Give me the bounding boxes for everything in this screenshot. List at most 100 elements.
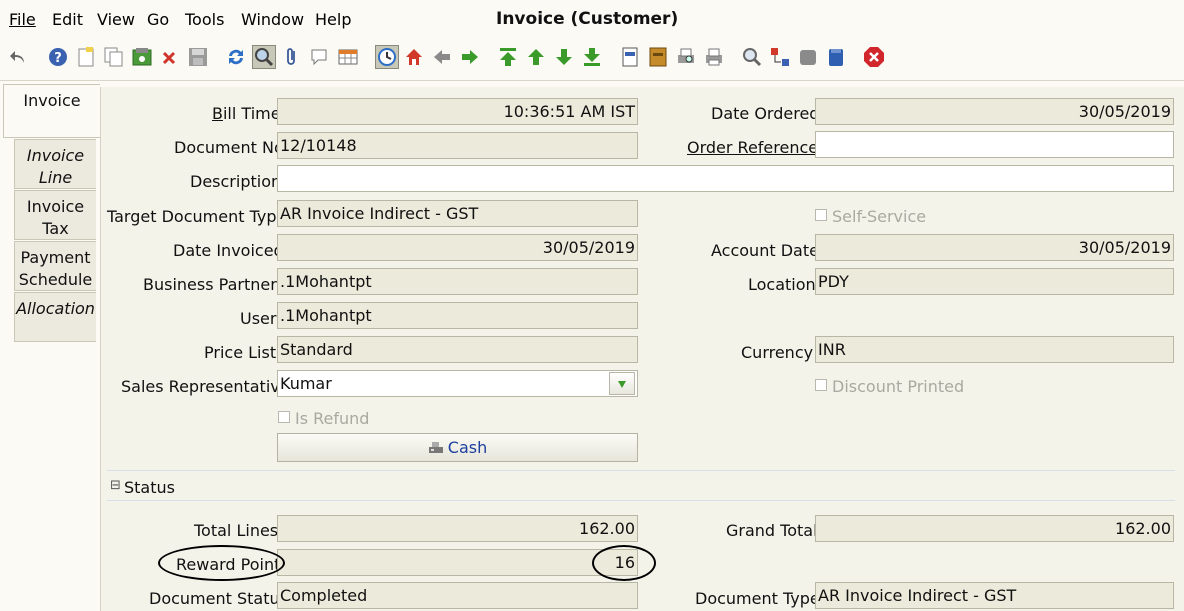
reward-point-value-highlight xyxy=(592,545,656,581)
business-partner-label: Business Partner xyxy=(143,275,277,294)
first-record-icon[interactable] xyxy=(497,46,519,68)
window-title: Invoice (Customer) xyxy=(496,9,679,29)
target-document-type-field[interactable]: AR Invoice Indirect - GST xyxy=(277,200,638,227)
description-field[interactable] xyxy=(277,165,1174,192)
tab-allocation[interactable]: Allocation xyxy=(14,292,96,342)
document-type-field[interactable]: AR Invoice Indirect - GST xyxy=(815,582,1174,609)
self-service-checkbox[interactable]: Self-Service xyxy=(815,207,926,226)
account-date-label: Account Date xyxy=(711,241,819,260)
previous-record-icon[interactable] xyxy=(525,46,547,68)
next-record-icon[interactable] xyxy=(553,46,575,68)
disk-icon[interactable] xyxy=(187,46,209,68)
grid-toggle-icon[interactable] xyxy=(337,46,359,68)
tab-payment-schedule[interactable]: Payment Schedule xyxy=(14,241,96,291)
total-lines-field[interactable]: 162.00 xyxy=(277,515,638,542)
cash-button-label: Cash xyxy=(447,438,488,457)
arrow-down-icon xyxy=(618,380,626,388)
menu-go[interactable]: Go xyxy=(147,10,169,29)
delete-icon[interactable] xyxy=(159,46,181,68)
location-label: Location xyxy=(748,275,816,294)
account-date-field[interactable]: 30/05/2019 xyxy=(815,234,1174,261)
document-no-field[interactable]: 12/10148 xyxy=(277,132,638,159)
discount-printed-box xyxy=(815,379,827,391)
order-reference-field[interactable] xyxy=(815,131,1174,158)
lock-icon[interactable] xyxy=(825,46,847,68)
svg-text:?: ? xyxy=(54,51,62,66)
location-field[interactable]: PDY xyxy=(815,268,1174,295)
history-icon[interactable] xyxy=(375,45,399,69)
print-preview-icon[interactable] xyxy=(675,46,697,68)
description-label: Description xyxy=(190,172,282,191)
last-record-icon[interactable] xyxy=(581,46,603,68)
undo-icon[interactable] xyxy=(8,46,30,68)
exit-icon[interactable] xyxy=(863,46,885,68)
date-ordered-label: Date Ordered xyxy=(711,104,820,123)
toolbar: ? xyxy=(0,40,1184,78)
menu-window-label: Window xyxy=(241,10,305,29)
toolbar-divider xyxy=(0,80,1184,81)
collapse-icon[interactable]: ⊟ xyxy=(110,478,121,493)
is-refund-box xyxy=(278,411,290,423)
tab-payment-schedule-label-2: Schedule xyxy=(18,270,93,289)
document-no-label: Document No xyxy=(174,138,284,157)
status-section-bottom-line xyxy=(107,500,1175,501)
tab-invoice[interactable]: Invoice xyxy=(3,84,100,138)
product-info-icon[interactable] xyxy=(797,46,819,68)
refresh-icon[interactable] xyxy=(225,46,247,68)
reward-point-label-highlight xyxy=(158,545,285,581)
menu-file[interactable]: File xyxy=(9,10,36,29)
tab-invoice-tax-label-2: Tax xyxy=(42,219,69,238)
workflow-icon[interactable] xyxy=(769,46,791,68)
menu-edit[interactable]: Edit xyxy=(52,10,83,29)
home-icon[interactable] xyxy=(403,46,425,68)
discount-printed-checkbox[interactable]: Discount Printed xyxy=(815,377,964,396)
archive-icon[interactable] xyxy=(647,46,669,68)
back-icon[interactable] xyxy=(431,46,453,68)
grand-total-field[interactable]: 162.00 xyxy=(815,515,1174,542)
new-record-icon[interactable] xyxy=(75,46,97,68)
menu-window[interactable]: Window xyxy=(241,10,304,29)
bill-time-field[interactable]: 10:36:51 AM IST xyxy=(277,98,638,125)
chat-icon[interactable] xyxy=(309,46,331,68)
forward-icon[interactable] xyxy=(459,46,481,68)
menu-help[interactable]: Help xyxy=(315,10,351,29)
tab-invoice-line[interactable]: Invoice Line xyxy=(14,139,96,189)
document-status-field[interactable]: Completed xyxy=(277,582,638,609)
currency-field[interactable]: INR xyxy=(815,336,1174,363)
reward-point-field[interactable]: 16 xyxy=(277,549,638,576)
status-section-title[interactable]: Status xyxy=(124,478,175,497)
help-icon[interactable]: ? xyxy=(47,46,69,68)
order-reference-label: Order Reference xyxy=(687,138,819,157)
date-ordered-field[interactable]: 30/05/2019 xyxy=(815,98,1174,125)
date-invoiced-field[interactable]: 30/05/2019 xyxy=(277,234,638,261)
price-list-field[interactable]: Standard xyxy=(277,336,638,363)
cash-button[interactable]: Cash xyxy=(277,433,638,462)
date-invoiced-label: Date Invoiced xyxy=(173,241,284,260)
user-field[interactable]: .1Mohantpt xyxy=(277,302,638,329)
document-type-label: Document Type xyxy=(695,589,820,608)
zoom-across-icon[interactable] xyxy=(741,46,763,68)
attachment-icon[interactable] xyxy=(281,46,303,68)
report-icon[interactable] xyxy=(619,46,641,68)
user-label: User xyxy=(240,309,277,328)
sales-representative-label: Sales Representative xyxy=(121,377,290,396)
tab-invoice-tax[interactable]: Invoice Tax xyxy=(14,190,96,240)
menu-tools-label: Tools xyxy=(185,10,225,29)
menu-help-label: Help xyxy=(315,10,352,29)
save-icon[interactable] xyxy=(131,46,153,68)
menu-bar: File Edit View Go Tools Window Help Invo… xyxy=(0,0,1184,38)
self-service-label: Self-Service xyxy=(832,207,927,226)
menu-tools[interactable]: Tools xyxy=(185,10,224,29)
find-icon[interactable] xyxy=(252,45,276,69)
menu-view[interactable]: View xyxy=(97,10,135,29)
sales-representative-field[interactable]: Kumar xyxy=(277,370,638,397)
is-refund-checkbox[interactable]: Is Refund xyxy=(278,409,369,428)
bill-time-label-text: ill Time xyxy=(222,104,281,123)
copy-record-icon[interactable] xyxy=(103,46,125,68)
menu-view-label: View xyxy=(97,10,135,29)
print-icon[interactable] xyxy=(703,46,725,68)
tab-invoice-line-label-2: Line xyxy=(38,168,73,187)
sales-representative-lookup-button[interactable] xyxy=(609,372,635,395)
tab-invoice-line-label-1: Invoice xyxy=(26,146,85,165)
business-partner-field[interactable]: .1Mohantpt xyxy=(277,268,638,295)
